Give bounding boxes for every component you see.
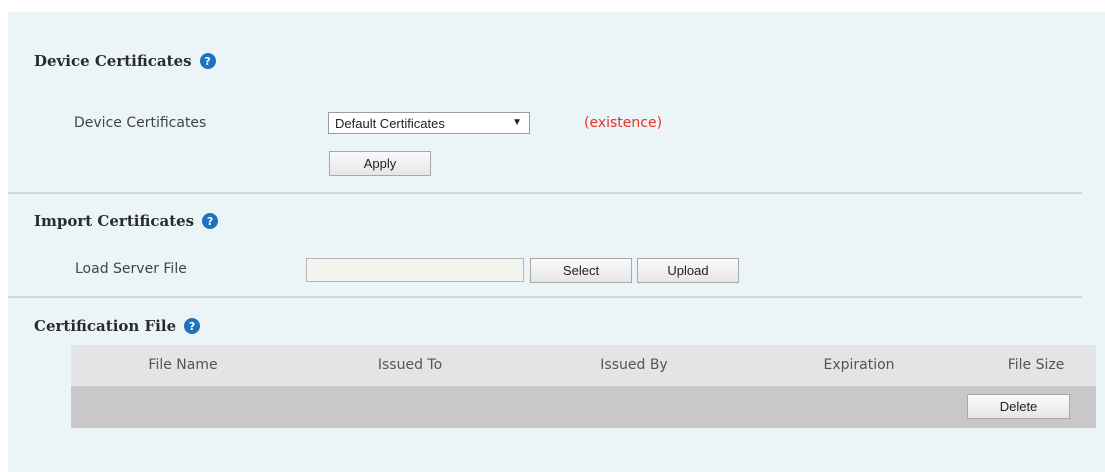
help-icon[interactable]: ?: [199, 53, 216, 69]
import-certificates-heading: Import Certificates ?: [34, 212, 219, 230]
load-server-file-label: Load Server File: [75, 261, 187, 277]
delete-button[interactable]: Delete: [967, 394, 1070, 419]
certificates-panel: Device Certificates ? Device Certificate…: [8, 12, 1105, 472]
server-file-input[interactable]: [306, 258, 524, 282]
column-header-issued-by: Issued By: [600, 357, 668, 373]
import-certificates-title: Import Certificates: [34, 212, 195, 230]
upload-button[interactable]: Upload: [637, 258, 739, 283]
apply-button[interactable]: Apply: [329, 151, 431, 176]
column-header-file-name: File Name: [148, 357, 218, 373]
device-certificates-heading: Device Certificates ?: [34, 52, 216, 70]
select-file-button[interactable]: Select: [530, 258, 632, 283]
column-header-expiration: Expiration: [823, 357, 895, 373]
certification-file-heading: Certification File ?: [34, 317, 201, 335]
device-certificates-label: Device Certificates: [74, 115, 207, 131]
device-certificates-select[interactable]: Default Certificates ▼: [328, 112, 530, 134]
table-row: Delete: [71, 386, 1096, 428]
help-icon[interactable]: ?: [184, 318, 201, 334]
certification-file-title: Certification File: [34, 317, 177, 335]
device-certificates-select-value: Default Certificates: [335, 115, 445, 131]
dropdown-arrow-icon: ▼: [512, 117, 522, 128]
column-header-issued-to: Issued To: [377, 357, 443, 373]
certificate-status: (existence): [584, 115, 663, 131]
table-header: File Name Issued To Issued By Expiration…: [71, 345, 1096, 386]
help-icon[interactable]: ?: [202, 213, 219, 229]
certificate-table: File Name Issued To Issued By Expiration…: [71, 345, 1096, 428]
device-certificates-title: Device Certificates: [34, 52, 192, 70]
column-header-file-size: File Size: [1007, 357, 1065, 373]
section-divider: [8, 192, 1082, 194]
section-divider: [8, 296, 1082, 298]
